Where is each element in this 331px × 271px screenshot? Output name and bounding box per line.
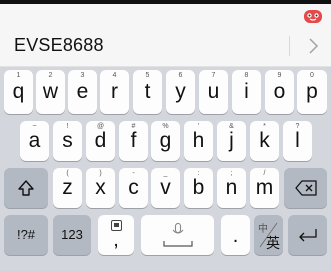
candidate-bar: EVSE8688 [0,26,331,67]
chevron-right-icon[interactable] [303,35,323,57]
space-bar-icon [163,241,193,247]
key-letter: d [94,129,107,152]
key-letter: v [160,176,171,199]
backspace-icon [295,180,317,196]
candidate-divider [289,36,290,56]
numbers-label: 123 [61,227,83,242]
key-hint: 5 [145,72,150,79]
key-p[interactable]: 0p [297,70,327,114]
key-letter: i [244,80,249,103]
key-hint: 0 [310,72,314,79]
key-t[interactable]: 5t [133,70,162,114]
key-f[interactable]: # f [119,121,148,161]
key-letter: m [255,176,274,199]
key-j[interactable]: & j [217,121,246,161]
key-letter: x [95,176,106,199]
key-letter: n [225,176,238,199]
key-g[interactable]: % g [151,121,180,161]
period-label: . [232,225,239,247]
symbols-label: !?# [16,227,36,242]
period-key[interactable]: . [221,215,250,255]
numbers-key[interactable]: 123 [53,215,91,255]
key-letter: u [207,80,220,103]
key-v[interactable]: _ v [151,168,180,208]
key-letter: z [62,176,73,199]
key-m[interactable]: / m [250,168,279,208]
comma-key[interactable]: , [98,215,134,255]
key-i[interactable]: 8i [232,70,261,114]
key-letter: q [12,80,25,103]
key-letter: h [192,129,205,152]
key-hint: 4 [112,72,117,79]
key-letter: s [62,129,73,152]
key-hint: 3 [80,72,85,79]
language-toggle-key[interactable]: 中 英 [254,215,283,255]
key-w[interactable]: 2w [36,70,65,114]
key-x[interactable]: ) x [86,168,115,208]
key-hint: 7 [211,72,216,79]
key-letter: a [28,129,41,152]
key-letter: j [229,129,234,152]
key-letter: o [273,80,286,103]
key-letter: r [111,80,118,103]
key-letter: c [128,176,139,199]
key-hint: 1 [16,72,21,79]
key-hint: 9 [277,72,282,79]
key-b[interactable]: :b [184,168,213,208]
candidate-text[interactable]: EVSE8688 [14,35,104,56]
key-hint: 2 [48,72,53,79]
lang-english-label: 英 [266,235,280,251]
backspace-key[interactable] [284,168,327,208]
key-c[interactable]: -c [119,168,148,208]
key-l[interactable]: ? l [283,121,312,161]
key-a[interactable]: ~ a [20,121,49,161]
key-letter: f [130,129,137,152]
keyboard-toolbar [0,4,331,26]
keyboard-collapse-icon[interactable] [304,10,322,23]
key-q[interactable]: 1q [4,70,33,114]
comma-label: , [113,229,119,251]
key-e[interactable]: 3e [68,70,97,114]
enter-icon [297,228,318,242]
key-o[interactable]: 9o [265,70,294,114]
space-key[interactable] [141,215,214,255]
key-letter: p [306,80,318,103]
shift-key[interactable] [4,168,48,208]
key-letter: w [42,80,59,103]
key-letter: k [259,129,270,152]
key-s[interactable]: ! s [53,121,82,161]
key-letter: g [159,129,172,152]
key-z[interactable]: (z [53,168,82,208]
key-h[interactable]: ' h [184,121,213,161]
key-y[interactable]: 6y [166,70,195,114]
key-letter: l [295,129,300,152]
key-letter: y [175,80,186,103]
key-k[interactable]: * k [250,121,279,161]
shift-icon [16,178,36,198]
key-letter: e [76,80,89,103]
key-u[interactable]: 7u [199,70,228,114]
key-hint: 6 [178,72,183,79]
key-hint: 8 [244,72,249,79]
microphone-icon [170,223,186,237]
key-n[interactable]: ; n [217,168,246,208]
key-d[interactable]: @ d [86,121,115,161]
key-letter: b [192,176,205,199]
key-letter: t [144,80,151,103]
key-r[interactable]: 4r [100,70,129,114]
enter-key[interactable] [288,215,327,255]
symbols-key[interactable]: !?# [4,215,48,255]
